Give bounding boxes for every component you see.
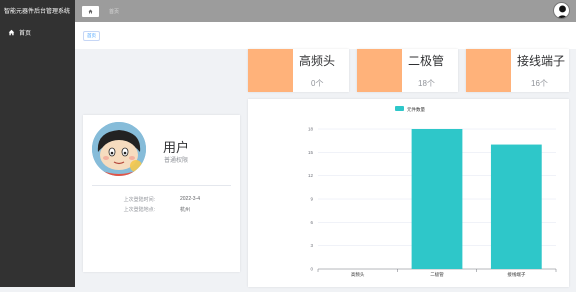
stat-count: 18个 [418,79,435,88]
last-login-place-label: 上次登陆地点: [123,207,155,213]
y-tick-label: 15 [308,150,314,155]
x-tick-label: 接线端子 [507,271,525,278]
home-icon [88,9,93,14]
legend-swatch [395,106,404,111]
sidebar-item-label: 首页 [19,30,32,37]
stat-name: 高频头 [299,54,336,68]
stat-card-jiexianduanzi: 接线端子 16个 [466,49,569,92]
y-tick-label: 6 [310,220,313,225]
divider [92,185,231,186]
bar-chart: 元件数量 0 3 6 9 12 15 18 高频头 二极管 接线端子 [308,106,557,278]
y-tick-label: 18 [308,127,314,132]
user-name: 用户 [163,140,190,155]
sidebar-item-home[interactable]: 首页 [0,27,75,37]
tag-home[interactable]: 首页 [83,31,100,41]
user-role: 普通权限 [164,158,189,164]
chart-card: 元件数量 0 3 6 9 12 15 18 高频头 二极管 接线端子 [248,99,569,287]
stat-name: 二极管 [408,54,445,68]
y-tick-label: 3 [310,243,313,248]
last-login-time-value: 2022-3-4 [180,196,201,202]
tag-bar: 首页 [75,22,576,49]
user-card: 用户 普通权限 上次登陆时间: 2022-3-4 上次登陆地点: 杭州 [83,115,240,272]
breadcrumb[interactable]: 首页 [109,8,119,15]
sidebar: 智能元器件后台管理系统 首页 [0,0,75,287]
app-title: 智能元器件后台管理系统 [4,9,71,15]
stat-card-erjiguan: 二极管 18个 [357,49,458,92]
x-tick-label: 高频头 [351,271,365,278]
stat-swatch [466,49,511,92]
stat-swatch [248,49,293,92]
stat-count: 0个 [311,79,324,88]
y-tick-label: 0 [310,267,313,272]
bar [490,144,542,269]
stat-count: 16个 [531,79,548,88]
home-button[interactable] [82,6,99,17]
avatar[interactable] [553,2,570,19]
last-login-place-value: 杭州 [180,207,191,213]
stat-swatch [357,49,402,92]
header: 首页 [75,0,576,22]
home-icon [8,29,15,35]
stat-card-gaopintou: 高频头 0个 [248,49,349,92]
user-avatar [92,122,146,176]
legend-label: 元件数量 [407,106,425,113]
bar [411,129,463,269]
x-tick-label: 二极管 [430,271,444,278]
last-login-time-label: 上次登陆时间: [123,197,155,203]
stat-name: 接线端子 [517,54,566,68]
main-content: 高频头 0个 二极管 18个 接线端子 16个 用户 普通权限 上次登陆时间: … [75,49,576,287]
y-tick-label: 12 [308,173,314,178]
y-tick-label: 9 [310,197,313,202]
